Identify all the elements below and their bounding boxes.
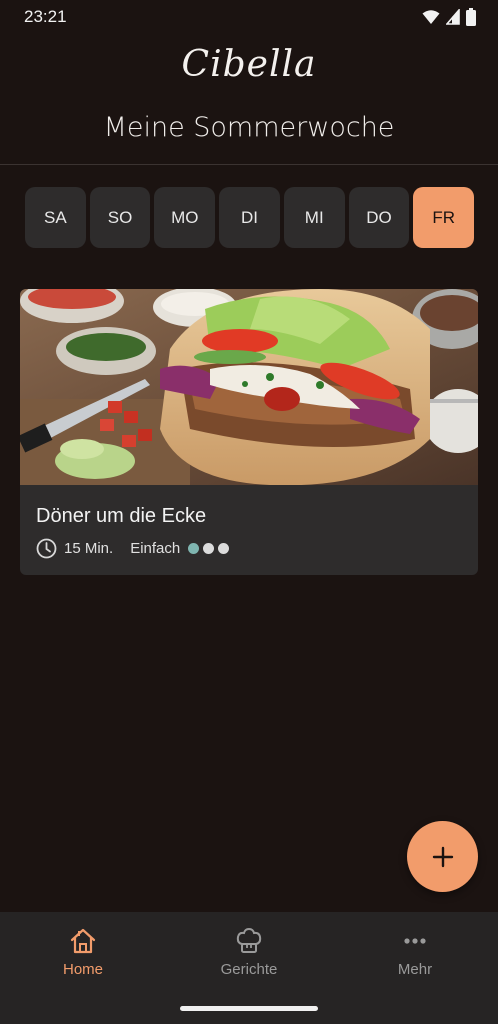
recipe-time: 15 Min. [64,539,114,557]
app-logo: Cibella [181,44,317,85]
difficulty-dot [203,542,215,554]
day-tab-mo[interactable]: MO [154,187,216,248]
header-divider [0,164,498,165]
nav-label-home: Home [62,961,103,978]
cellular-signal-icon [446,9,460,25]
day-tabs: SA SO MO DI MI DO FR [25,187,475,248]
chef-hat-icon [236,927,262,953]
clock-icon [36,538,57,558]
day-tab-do[interactable]: DO [348,187,410,248]
home-indicator[interactable] [180,1006,318,1011]
difficulty-indicator [188,542,230,554]
day-tab-mi[interactable]: MI [283,187,345,248]
recipe-image [20,289,478,485]
more-horizontal-icon [404,938,426,944]
plus-icon [432,846,453,867]
day-tab-sa[interactable]: SA [25,187,86,248]
nav-item-gerichte[interactable]: Gerichte [166,912,332,992]
difficulty-dot [188,542,200,554]
nav-item-mehr[interactable]: Mehr [332,912,498,992]
home-icon [70,928,96,954]
day-tab-so[interactable]: SO [89,187,151,248]
status-icons [422,8,476,26]
recipe-card[interactable]: Döner um die Ecke 15 Min. Einfach [20,289,478,575]
battery-icon [466,8,476,26]
status-bar: 23:21 [0,0,498,34]
recipe-meta: 15 Min. Einfach [36,537,230,559]
wifi-icon [422,10,440,24]
recipe-title: Döner um die Ecke [36,505,207,527]
difficulty-dot [218,542,230,554]
day-tab-di[interactable]: DI [219,187,280,248]
nav-item-home[interactable]: Home [0,912,166,992]
nav-label-gerichte: Gerichte [220,961,278,978]
add-button[interactable] [407,821,478,892]
recipe-difficulty: Einfach [130,539,181,557]
page-title: Meine Sommerwoche [103,112,395,143]
status-time: 23:21 [24,7,67,26]
day-tab-fr[interactable]: FR [413,187,475,248]
nav-label-mehr: Mehr [397,961,433,978]
